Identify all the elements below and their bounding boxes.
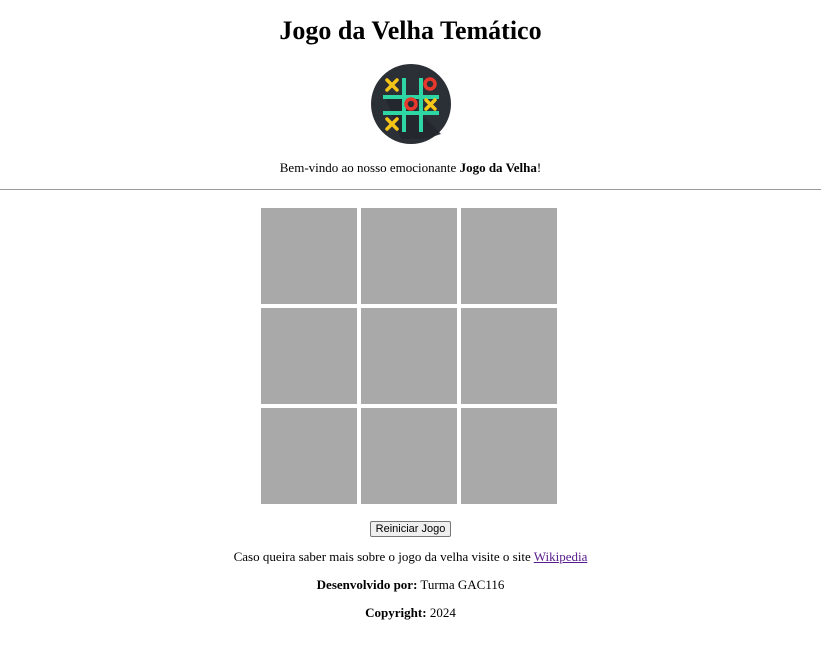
wikipedia-link[interactable]: Wikipedia: [534, 549, 588, 564]
board-cell[interactable]: [260, 308, 357, 404]
info-text: Caso queira saber mais sobre o jogo da v…: [0, 548, 821, 566]
board-cell[interactable]: [360, 308, 457, 404]
restart-button[interactable]: Reiniciar Jogo: [369, 521, 452, 537]
board-cell[interactable]: [460, 208, 557, 304]
board-cell[interactable]: [360, 408, 457, 504]
board-cell[interactable]: [460, 308, 557, 404]
copyright: Copyright: 2024: [0, 604, 821, 622]
welcome-message: Bem-vindo ao nosso emocionante Jogo da V…: [0, 159, 821, 177]
info-prefix: Caso queira saber mais sobre o jogo da v…: [233, 549, 534, 564]
board-cell[interactable]: [460, 408, 557, 504]
board-cell[interactable]: [360, 208, 457, 304]
board-cell[interactable]: [260, 408, 357, 504]
tic-tac-toe-logo-icon: [370, 64, 451, 144]
game-board: [260, 208, 561, 504]
page-title: Jogo da Velha Temático: [279, 16, 542, 45]
copyright-value: 2024: [426, 605, 456, 620]
credits-value: Turma GAC116: [417, 577, 505, 592]
copyright-label: Copyright:: [365, 605, 427, 620]
welcome-suffix: !: [536, 160, 542, 175]
logo: [0, 64, 821, 144]
welcome-prefix: Bem-vindo ao nosso emocionante: [279, 160, 460, 175]
board-cell[interactable]: [260, 208, 357, 304]
controls: Reiniciar Jogo: [0, 520, 821, 537]
welcome-highlight: Jogo da Velha: [459, 160, 537, 175]
credits-label: Desenvolvido por:: [316, 577, 418, 592]
page: Jogo da Velha Temático Bem-vindo ao noss…: [0, 0, 821, 622]
divider: [0, 189, 821, 190]
credits: Desenvolvido por: Turma GAC116: [0, 576, 821, 594]
